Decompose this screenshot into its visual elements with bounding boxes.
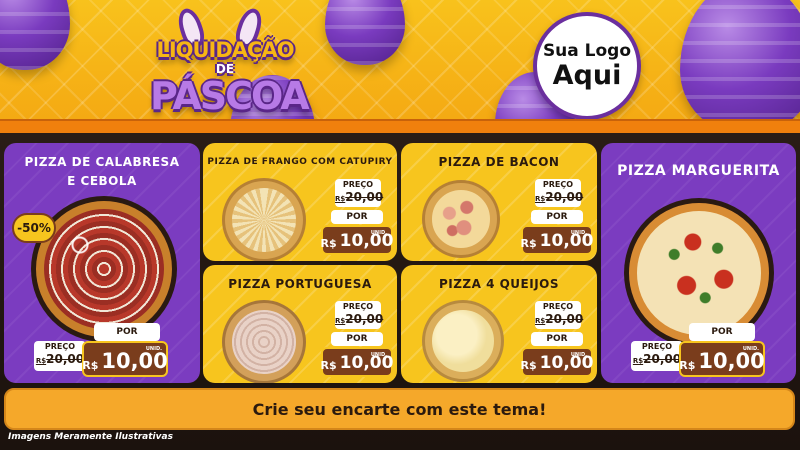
- easter-egg-decoration: [0, 0, 70, 70]
- old-price: R$20,00: [535, 312, 584, 326]
- por-label: POR: [331, 332, 383, 346]
- sale-price-tag: R$ 10,00 UNID.: [82, 341, 168, 377]
- product-card-bacon[interactable]: PIZZA DE BACON PREÇO R$20,00 POR R$ 10,0…: [401, 143, 597, 261]
- product-name: PIZZA DE FRANGO COM CATUPIRY: [207, 157, 393, 167]
- easter-egg-decoration: [680, 0, 800, 132]
- product-card-4-queijos[interactable]: PIZZA 4 QUEIJOS PREÇO R$20,00 POR R$ 10,…: [401, 265, 597, 383]
- currency-label: R$: [320, 359, 337, 372]
- preco-label: PREÇO: [542, 302, 574, 311]
- disclaimer-text: Imagens Meramente Ilustrativas: [8, 432, 173, 442]
- old-price: R$20,00: [35, 352, 85, 366]
- unit-label: UNID.: [742, 346, 759, 352]
- pizza-image: [36, 201, 172, 337]
- currency-label: R$: [520, 237, 537, 250]
- cta-banner[interactable]: Crie seu encarte com este tema!: [4, 388, 795, 430]
- preco-label: PREÇO: [542, 180, 574, 189]
- product-card-frango[interactable]: PIZZA DE FRANGO COM CATUPIRY PREÇO R$20,…: [203, 143, 397, 261]
- logo-line1: Sua Logo: [542, 41, 632, 62]
- sale-price-tag: R$ 10,00 UNID.: [679, 341, 765, 377]
- logo-placeholder[interactable]: Sua Logo Aqui: [533, 12, 641, 120]
- product-name: PIZZA PORTUGUESA: [228, 277, 372, 291]
- sale-price: 10,00: [101, 349, 168, 373]
- pizza-image: [225, 181, 303, 259]
- unit-label: UNID.: [370, 352, 387, 358]
- sale-price-tag: R$ 10,00 UNID.: [521, 225, 593, 255]
- product-card-portuguesa[interactable]: PIZZA PORTUGUESA PREÇO R$20,00 POR R$ 10…: [203, 265, 397, 383]
- title-top: LIQUIDAÇÃO: [156, 38, 294, 62]
- product-card-marguerita[interactable]: PIZZA MARGUERITA POR PREÇO R$20,00 R$ 10…: [601, 143, 796, 383]
- por-label: POR: [94, 323, 160, 341]
- preco-label: PREÇO: [342, 302, 374, 311]
- header-divider: [0, 119, 800, 133]
- discount-badge: -50%: [12, 213, 56, 243]
- currency-label: R$: [679, 359, 696, 372]
- unit-label: UNID.: [145, 346, 162, 352]
- por-label: POR: [531, 332, 583, 346]
- header-banner: LIQUIDAÇÃO DE PÁSCOA Sua Logo Aqui: [0, 0, 800, 132]
- old-price: R$20,00: [335, 312, 384, 326]
- old-price-tag: PREÇO R$20,00: [631, 341, 683, 371]
- pizza-image: [425, 183, 497, 255]
- sale-price-tag: R$ 10,00 UNID.: [321, 225, 393, 255]
- title-bottom: PÁSCOA: [150, 74, 310, 118]
- old-price-tag: PREÇO R$20,00: [335, 179, 384, 207]
- sale-price-tag: R$ 10,00 UNID.: [321, 347, 393, 377]
- currency-label: R$: [82, 359, 99, 372]
- currency-label: R$: [520, 359, 537, 372]
- product-name: PIZZA 4 QUEIJOS: [438, 277, 560, 291]
- unit-label: UNID.: [570, 352, 587, 358]
- old-price: R$20,00: [632, 352, 682, 366]
- product-card-calabresa[interactable]: PIZZA DE CALABRESA E CEBOLA -50% POR PRE…: [4, 143, 200, 383]
- pizza-image: [425, 303, 501, 379]
- unit-label: UNID.: [370, 230, 387, 236]
- sale-price-tag: R$ 10,00 UNID.: [521, 347, 593, 377]
- product-name: PIZZA MARGUERITA: [617, 163, 780, 179]
- product-name: PIZZA DE CALABRESA E CEBOLA: [24, 155, 180, 188]
- sale-price: 10,00: [698, 349, 765, 373]
- old-price-tag: PREÇO R$20,00: [535, 301, 584, 329]
- por-label: POR: [331, 210, 383, 224]
- preco-label: PREÇO: [342, 180, 374, 189]
- por-label: POR: [689, 323, 755, 341]
- old-price: R$20,00: [335, 190, 384, 204]
- currency-label: R$: [320, 237, 337, 250]
- pizza-image: [225, 303, 303, 381]
- preco-label: PREÇO: [641, 342, 673, 351]
- unit-label: UNID.: [570, 230, 587, 236]
- por-label: POR: [531, 210, 583, 224]
- old-price-tag: PREÇO R$20,00: [535, 179, 584, 207]
- old-price-tag: PREÇO R$20,00: [34, 341, 86, 371]
- easter-sale-title: LIQUIDAÇÃO DE PÁSCOA: [150, 5, 310, 132]
- product-name: PIZZA DE BACON: [438, 155, 560, 169]
- easter-egg-decoration: [325, 0, 405, 65]
- old-price: R$20,00: [535, 190, 584, 204]
- preco-label: PREÇO: [44, 342, 76, 351]
- pizza-image: [629, 203, 769, 343]
- logo-line2: Aqui: [552, 60, 622, 92]
- old-price-tag: PREÇO R$20,00: [335, 301, 384, 329]
